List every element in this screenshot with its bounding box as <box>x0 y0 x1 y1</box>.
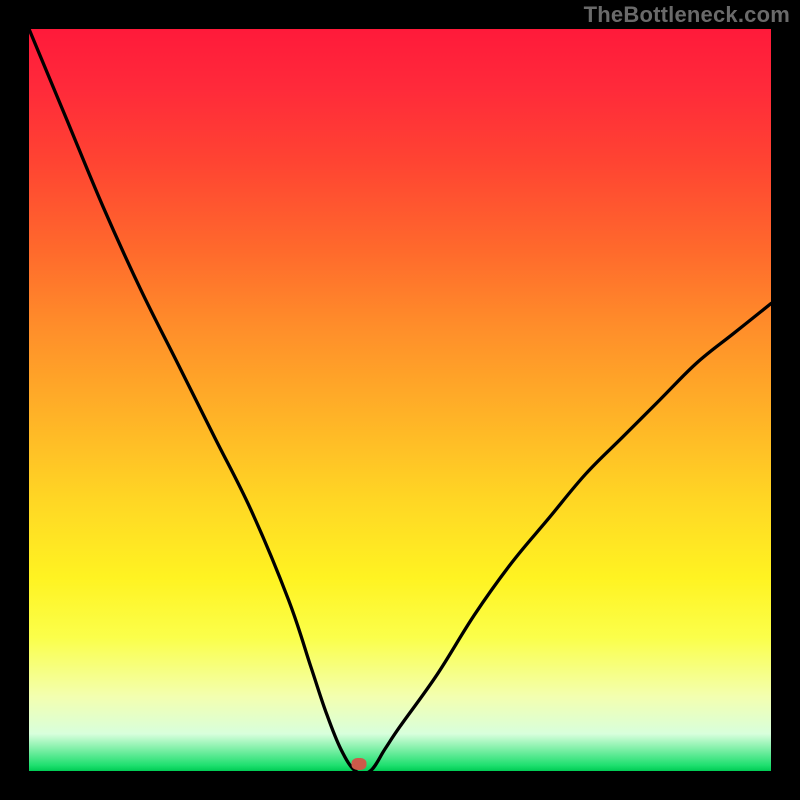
curve-layer <box>29 29 771 771</box>
plot-area <box>29 29 771 771</box>
optimal-point-marker <box>352 758 367 770</box>
chart-frame: TheBottleneck.com <box>0 0 800 800</box>
watermark-label: TheBottleneck.com <box>584 2 790 28</box>
bottleneck-curve <box>29 29 771 771</box>
